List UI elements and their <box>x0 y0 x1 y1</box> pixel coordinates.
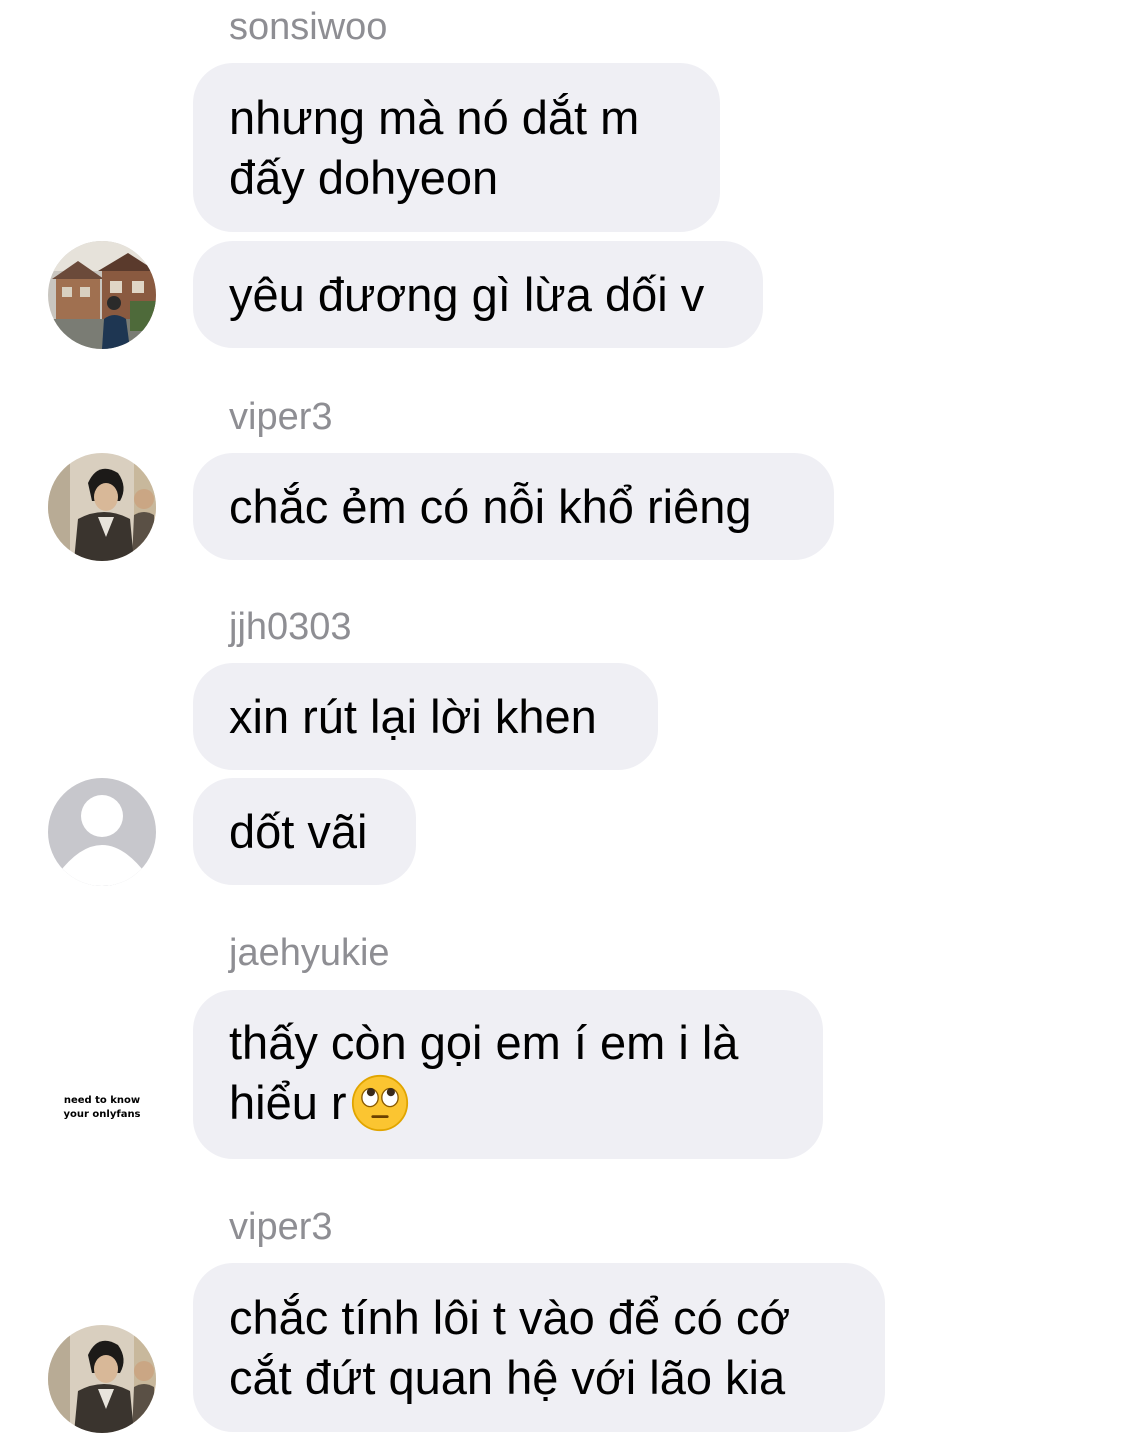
default-person-icon <box>48 778 156 886</box>
message-bubble[interactable]: yêu đương gì lừa dối v <box>193 241 763 348</box>
message-bubble[interactable]: thấy còn gọi em í em i là hiểu r <box>193 990 823 1159</box>
message-text: yêu đương gì lừa dối v <box>229 267 705 321</box>
face-with-rolling-eyes-icon <box>351 1074 408 1131</box>
message-bubble[interactable]: xin rút lại lời khen <box>193 663 658 770</box>
message-bubble[interactable]: nhưng mà nó dắt m đấy dohyeon <box>193 63 720 232</box>
avatar[interactable] <box>48 778 156 886</box>
sender-name: sonsiwoo <box>229 6 388 48</box>
message-text: dốt vãi <box>229 804 368 858</box>
avatar[interactable] <box>48 1325 156 1433</box>
message-text: xin rút lại lời khen <box>229 689 597 743</box>
avatar[interactable] <box>48 453 156 561</box>
person-in-suit-photo <box>48 1325 156 1433</box>
sender-name: jjh0303 <box>229 606 352 648</box>
message-text: nhưng mà nó dắt m <box>229 90 640 144</box>
message-bubble[interactable]: chắc tính lôi t vào để có cớ cắt đứt qua… <box>193 1263 885 1432</box>
message-text: chắc ẻm có nỗi khổ riêng <box>229 479 752 533</box>
avatar-text-line: your onlyfans <box>63 1109 141 1120</box>
avatar[interactable] <box>48 241 156 349</box>
message-text-fragment: hiểu r <box>229 1076 347 1130</box>
sender-name: viper3 <box>229 396 333 438</box>
person-in-suit-photo <box>48 453 156 561</box>
message-text: thấy còn gọi em í em i là <box>229 1016 739 1070</box>
message-text: cắt đứt quan hệ với lão kia <box>229 1350 786 1404</box>
avatar-text: need to know your onlyfans <box>48 1094 156 1122</box>
avatar-text-line: need to know <box>63 1095 141 1106</box>
street-houses-photo <box>48 241 156 349</box>
message-text: đấy dohyeon <box>229 150 499 204</box>
message-bubble[interactable]: dốt vãi <box>193 778 416 885</box>
sender-name: viper3 <box>229 1206 333 1248</box>
message-text: hiểu r <box>229 1073 787 1136</box>
sender-name: jaehyukie <box>229 932 390 974</box>
message-bubble[interactable]: chắc ẻm có nỗi khổ riêng <box>193 453 834 560</box>
message-text: chắc tính lôi t vào để có cớ <box>229 1290 791 1344</box>
